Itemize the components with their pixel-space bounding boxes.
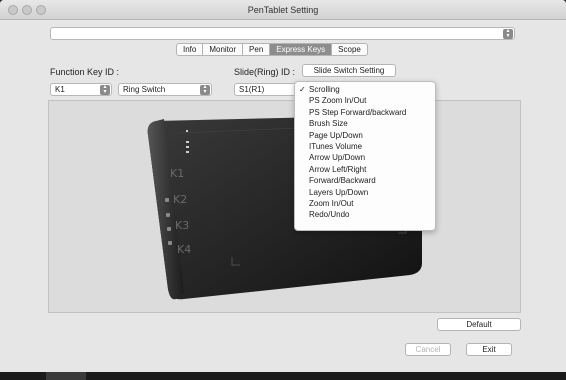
tablet-key-label: K2 [173, 193, 187, 206]
checkmark-icon: ✓ [299, 85, 306, 94]
menu-item-zoom-in-out[interactable]: Zoom In/Out [295, 198, 435, 209]
slide-switch-setting-button[interactable]: Slide Switch Setting [302, 64, 396, 77]
menu-item-arrow-up-down[interactable]: Arrow Up/Down [295, 152, 435, 163]
indicator-dot [186, 146, 189, 148]
tab-monitor[interactable]: Monitor [203, 43, 244, 56]
device-select[interactable]: ▴ ▾ [50, 27, 515, 40]
menu-item-ps-zoom[interactable]: PS Zoom In/Out [295, 95, 435, 106]
tab-bar: Info Monitor Pen Express Keys Scope [176, 43, 368, 56]
select-stepper-icon: ▴ ▾ [503, 28, 513, 39]
slide-id-select[interactable]: S1(R1) [234, 83, 296, 96]
express-key-button [167, 227, 171, 231]
stepper-icon: ▴ ▾ [200, 84, 210, 95]
app-window: PenTablet Setting ▴ ▾ Info Monitor Pen Ex… [0, 0, 566, 372]
function-key-action-value: Ring Switch [123, 85, 166, 94]
menu-item-layers-up-down[interactable]: Layers Up/Down [295, 187, 435, 198]
indicator-dot [186, 151, 189, 153]
menu-item-redo-undo[interactable]: Redo/Undo [295, 209, 435, 220]
menu-item-page-up-down[interactable]: Page Up/Down [295, 130, 435, 141]
menu-item-forward-backward[interactable]: Forward/Backward [295, 175, 435, 186]
cancel-button[interactable]: Cancel [405, 343, 451, 356]
express-key-button [166, 213, 170, 217]
window-title: PenTablet Setting [247, 5, 319, 15]
tablet-key-label: K1 [170, 167, 184, 180]
exit-button[interactable]: Exit [466, 343, 512, 356]
tab-scope[interactable]: Scope [332, 43, 368, 56]
function-key-label: Function Key ID : [50, 67, 120, 77]
slide-id-label: Slide(Ring) ID : [234, 67, 296, 77]
function-key-id-value: K1 [55, 85, 65, 94]
menu-item-itunes-volume[interactable]: ITunes Volume [295, 141, 435, 152]
express-key-button [168, 241, 172, 245]
tab-express-keys[interactable]: Express Keys [270, 43, 333, 56]
menu-item-brush-size[interactable]: Brush Size [295, 118, 435, 129]
express-key-button [165, 198, 169, 202]
indicator-dot [186, 141, 189, 143]
tablet-key-label: K4 [177, 243, 191, 256]
menu-item-scrolling[interactable]: ✓ Scrolling [295, 84, 435, 95]
slide-id-value: S1(R1) [239, 85, 265, 94]
stepper-icon: ▴ ▾ [100, 84, 110, 95]
menu-item-label: Scrolling [309, 85, 340, 94]
function-key-id-select[interactable]: K1 ▴ ▾ [50, 83, 112, 96]
tablet-key-label: K3 [175, 219, 189, 232]
function-key-action-select[interactable]: Ring Switch ▴ ▾ [118, 83, 212, 96]
background-strip [0, 372, 566, 380]
background-item [46, 372, 86, 380]
default-button[interactable]: Default [437, 318, 521, 331]
title-bar: PenTablet Setting [0, 0, 566, 20]
slide-function-dropdown: ✓ Scrolling PS Zoom In/Out PS Step Forwar… [294, 81, 436, 231]
tab-info[interactable]: Info [176, 43, 204, 56]
menu-item-arrow-left-right[interactable]: Arrow Left/Right [295, 164, 435, 175]
indicator-dot [186, 130, 188, 132]
menu-item-ps-step[interactable]: PS Step Forward/backward [295, 107, 435, 118]
tab-pen[interactable]: Pen [243, 43, 271, 56]
